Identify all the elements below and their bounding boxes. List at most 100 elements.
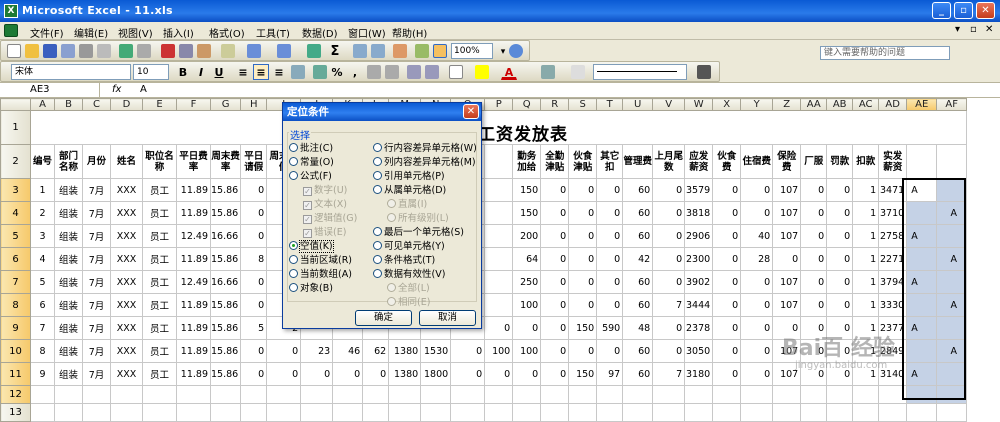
cell[interactable]: 60 bbox=[622, 362, 654, 386]
option-column-differences[interactable]: 列内容差异单元格(M) bbox=[373, 157, 476, 169]
cell[interactable]: 0 bbox=[652, 201, 686, 225]
option-blanks[interactable]: 空值(K) bbox=[289, 240, 334, 253]
cell[interactable]: 0 bbox=[540, 293, 570, 317]
row-header[interactable]: 7 bbox=[0, 270, 31, 294]
cell[interactable] bbox=[332, 403, 364, 422]
cell[interactable] bbox=[936, 316, 968, 340]
row-header[interactable]: 3 bbox=[0, 178, 31, 202]
hyperlink-icon[interactable] bbox=[307, 44, 321, 58]
workbook-close-icon[interactable]: ✕ bbox=[985, 24, 993, 35]
cell[interactable]: 0 bbox=[240, 362, 268, 386]
cell[interactable]: 7月 bbox=[82, 201, 111, 225]
cell[interactable]: 2378 bbox=[684, 316, 714, 340]
cell[interactable]: 42 bbox=[622, 247, 654, 271]
cell[interactable]: 48 bbox=[622, 316, 654, 340]
cell[interactable]: 62 bbox=[362, 339, 390, 363]
cell[interactable]: 0 bbox=[240, 224, 268, 248]
cell[interactable]: 8 bbox=[240, 247, 268, 271]
row-header[interactable]: 8 bbox=[0, 293, 31, 317]
restore-button[interactable]: ▫ bbox=[954, 2, 973, 19]
option-visible-cells[interactable]: 可见单元格(Y) bbox=[373, 241, 445, 253]
cell[interactable]: 0 bbox=[484, 316, 514, 340]
cell[interactable]: 0 bbox=[540, 224, 570, 248]
cell[interactable]: A bbox=[906, 224, 938, 248]
cell[interactable]: 0 bbox=[772, 247, 802, 271]
header-cell[interactable]: 住宿费 bbox=[740, 144, 774, 179]
align-left-icon[interactable]: ≡ bbox=[235, 64, 251, 80]
borders-icon[interactable] bbox=[449, 65, 463, 79]
cell[interactable]: 107 bbox=[772, 224, 802, 248]
cell[interactable]: 员工 bbox=[142, 247, 177, 271]
header-cell[interactable]: 全勤津贴 bbox=[540, 144, 570, 179]
cell[interactable]: 0 bbox=[740, 339, 774, 363]
cell[interactable] bbox=[852, 403, 880, 422]
help-dropdown-icon[interactable]: ▾ bbox=[955, 24, 960, 35]
cell[interactable]: XXX bbox=[110, 201, 143, 225]
cell[interactable]: 0 bbox=[540, 201, 570, 225]
cell[interactable]: 11.89 bbox=[176, 293, 211, 317]
cell[interactable]: 107 bbox=[772, 270, 802, 294]
cell[interactable]: XXX bbox=[110, 339, 143, 363]
open-icon[interactable] bbox=[25, 44, 39, 58]
cell[interactable] bbox=[388, 385, 422, 404]
cell[interactable]: 0 bbox=[712, 178, 742, 202]
column-header[interactable]: Q bbox=[512, 98, 542, 111]
cell[interactable]: 200 bbox=[512, 224, 542, 248]
cell[interactable] bbox=[826, 403, 854, 422]
cell[interactable] bbox=[622, 403, 654, 422]
cell[interactable] bbox=[209, 385, 242, 404]
header-cell[interactable]: 姓名 bbox=[110, 144, 143, 179]
cell[interactable]: 0 bbox=[826, 247, 854, 271]
cell[interactable]: 40 bbox=[740, 224, 774, 248]
cell[interactable]: 15.86 bbox=[209, 201, 242, 225]
header-cell[interactable]: 平日请假 bbox=[240, 144, 268, 179]
menu-edit[interactable]: 编辑(E) bbox=[74, 25, 108, 40]
cell[interactable] bbox=[300, 385, 334, 404]
cell[interactable] bbox=[110, 403, 143, 422]
cell[interactable] bbox=[362, 385, 390, 404]
column-header[interactable]: E bbox=[142, 98, 177, 111]
cell[interactable]: 11.89 bbox=[176, 247, 211, 271]
cell[interactable] bbox=[878, 385, 908, 404]
merge-center-icon[interactable] bbox=[291, 65, 305, 79]
cell[interactable]: 0 bbox=[596, 339, 624, 363]
cell[interactable]: 590 bbox=[596, 316, 624, 340]
format-painter-icon[interactable] bbox=[221, 44, 235, 58]
cell[interactable] bbox=[512, 403, 542, 422]
sheet-table[interactable]: ABCDEFGHIJKLMNOPQRSTUVWXYZAAABACADAEAF12… bbox=[0, 98, 968, 422]
cell[interactable]: A bbox=[906, 316, 938, 340]
header-cell[interactable]: 保险费 bbox=[772, 144, 802, 179]
cell[interactable]: 0 bbox=[540, 270, 570, 294]
cell[interactable] bbox=[740, 403, 774, 422]
column-header[interactable]: S bbox=[568, 98, 598, 111]
cell[interactable]: 0 bbox=[652, 316, 686, 340]
cell[interactable] bbox=[622, 385, 654, 404]
column-header[interactable]: Z bbox=[772, 98, 802, 111]
undo-icon[interactable] bbox=[247, 44, 261, 58]
header-cell[interactable]: 扣款 bbox=[852, 144, 880, 179]
cell[interactable] bbox=[936, 178, 968, 202]
cell[interactable]: 0 bbox=[826, 178, 854, 202]
cell[interactable]: 0 bbox=[596, 270, 624, 294]
cell[interactable]: 0 bbox=[800, 247, 828, 271]
header-cell[interactable]: 月份 bbox=[82, 144, 111, 179]
cell[interactable] bbox=[30, 385, 55, 404]
header-cell[interactable]: 部门名称 bbox=[54, 144, 83, 179]
row-header[interactable]: 9 bbox=[0, 316, 31, 340]
column-header[interactable]: AD bbox=[878, 98, 908, 111]
cell[interactable]: 0 bbox=[652, 247, 686, 271]
increase-indent-icon[interactable] bbox=[425, 65, 439, 79]
decrease-indent-icon[interactable] bbox=[407, 65, 421, 79]
cell[interactable]: 0 bbox=[826, 293, 854, 317]
header-cell[interactable] bbox=[906, 144, 938, 179]
cell[interactable]: 11.89 bbox=[176, 178, 211, 202]
cell[interactable]: 2271 bbox=[878, 247, 908, 271]
increase-decimal-icon[interactable] bbox=[367, 65, 381, 79]
header-cell[interactable]: 伙食津贴 bbox=[568, 144, 598, 179]
option-all-levels[interactable]: 所有级别(L) bbox=[387, 213, 449, 225]
cell[interactable]: 60 bbox=[622, 339, 654, 363]
cell[interactable]: 1 bbox=[852, 293, 880, 317]
cell[interactable]: 15.86 bbox=[209, 293, 242, 317]
cell[interactable]: 员工 bbox=[142, 293, 177, 317]
column-header[interactable]: AA bbox=[800, 98, 828, 111]
